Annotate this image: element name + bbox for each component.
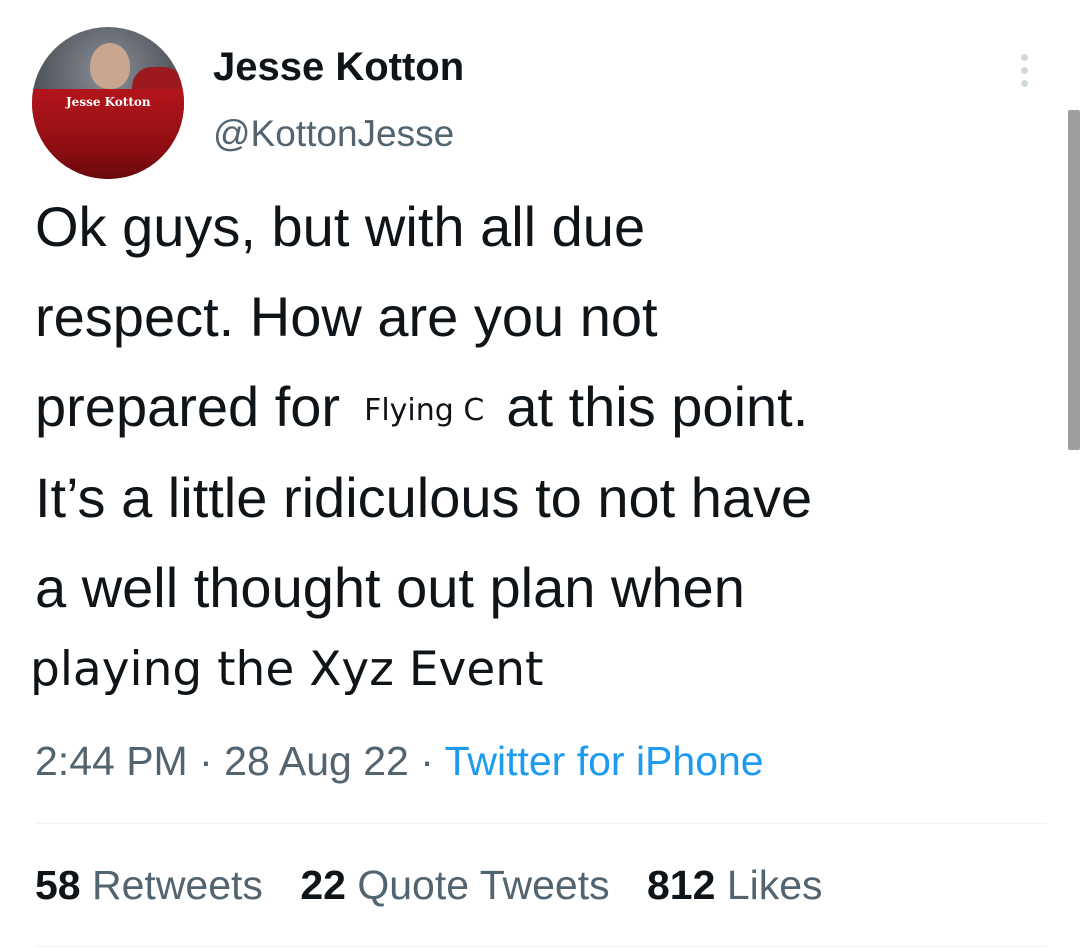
tweet-text-line: respect. How are you not xyxy=(35,285,658,348)
tweet-date[interactable]: 28 Aug 22 xyxy=(224,738,409,784)
author-name[interactable]: Jesse Kotton xyxy=(213,45,464,90)
likes-stat[interactable]: 812 Likes xyxy=(647,862,823,908)
quote-tweets-label: Quote Tweets xyxy=(357,862,610,908)
separator: · xyxy=(199,738,213,784)
retweets-stat[interactable]: 58 Retweets xyxy=(35,862,263,908)
dot-icon xyxy=(1020,54,1028,61)
tweet-text-line: playing the Xyz Event xyxy=(30,642,544,697)
avatar[interactable]: Jesse Kotton xyxy=(32,27,184,179)
tweet-source-link[interactable]: Twitter for iPhone xyxy=(445,738,764,784)
tweet-text-line: Ok guys, but with all due xyxy=(35,195,646,258)
divider xyxy=(35,946,1047,947)
scrollbar[interactable] xyxy=(1068,110,1080,450)
dot-icon xyxy=(1020,80,1028,87)
divider xyxy=(35,823,1047,824)
tweet-text-line: a well thought out plan when xyxy=(35,556,745,619)
tweet-text-segment: at this point. xyxy=(506,375,809,438)
quote-tweets-count: 22 xyxy=(300,862,346,908)
tweet-time[interactable]: 2:44 PM xyxy=(35,738,188,784)
likes-count: 812 xyxy=(647,862,716,908)
tweet-text-line: It’s a little ridiculous to not have xyxy=(35,466,813,529)
tweet-stats: 58 Retweets 22 Quote Tweets 812 Likes xyxy=(35,862,849,909)
tweet-text-segment: prepared for xyxy=(35,375,341,438)
avatar-head xyxy=(90,43,130,89)
quote-tweets-stat[interactable]: 22 Quote Tweets xyxy=(300,862,609,908)
more-options-icon[interactable] xyxy=(1018,54,1030,90)
separator: · xyxy=(420,738,434,784)
author-handle[interactable]: @KottonJesse xyxy=(213,113,454,155)
dot-icon xyxy=(1020,67,1028,74)
likes-label: Likes xyxy=(726,862,823,908)
avatar-shirt-text: Jesse Kotton xyxy=(66,95,151,109)
tweet-inserted-text: Flying C xyxy=(364,393,485,428)
retweets-count: 58 xyxy=(35,862,81,908)
tweet-text-line: prepared for Flying C at this point. xyxy=(35,375,808,443)
tweet-metadata: 2:44 PM · 28 Aug 22 · Twitter for iPhone xyxy=(35,738,764,785)
retweets-label: Retweets xyxy=(92,862,263,908)
